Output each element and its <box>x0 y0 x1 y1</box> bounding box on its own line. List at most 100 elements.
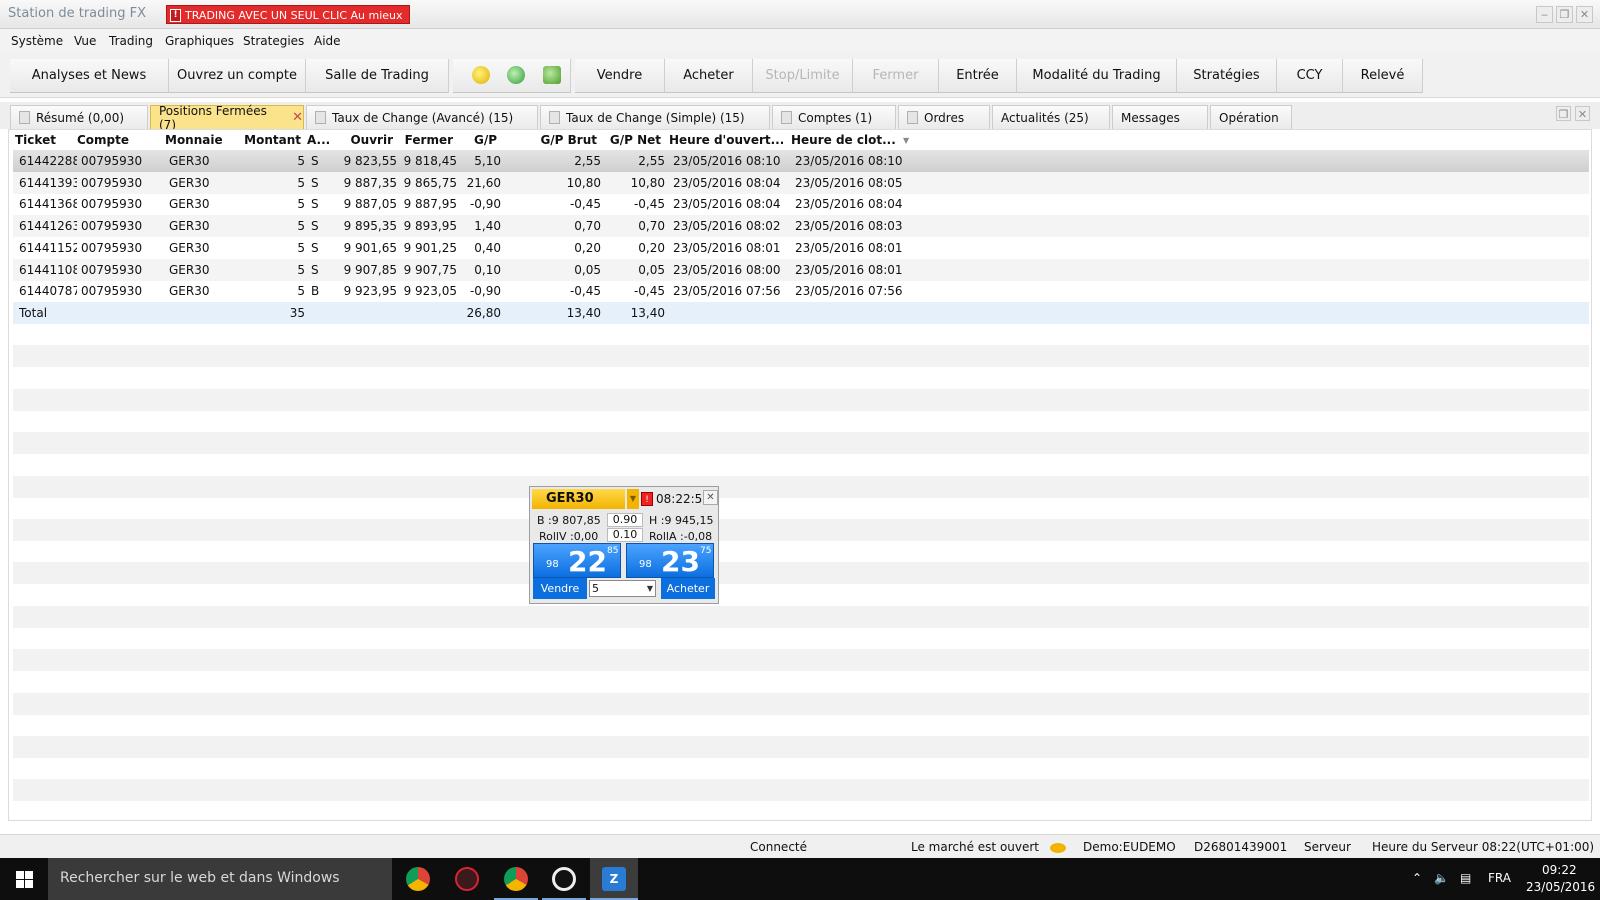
ccy-button[interactable]: CCY <box>1277 59 1343 93</box>
speaker-icon[interactable]: 🔈 <box>1434 871 1449 885</box>
column-header[interactable]: Compte <box>77 133 157 147</box>
column-header[interactable]: Heure de clot... <box>791 133 901 147</box>
tab-operation[interactable]: Opération <box>1210 105 1292 129</box>
total-gp-net: 13,40 <box>630 305 665 320</box>
tab-ordres[interactable]: Ordres <box>898 105 990 129</box>
empty-row <box>13 432 1589 455</box>
notification-icon[interactable]: ▤ <box>1460 871 1471 885</box>
sell-price-button[interactable]: 98 22 85 <box>533 543 621 578</box>
total-label: Total <box>19 305 48 320</box>
column-header[interactable]: Heure d'ouvert... <box>669 133 783 147</box>
table-cell: 9 865,75 <box>403 175 457 190</box>
table-row[interactable]: 61441152 00795930 GER30 5 S 9 901,65 9 901,25 0… <box>13 237 1589 259</box>
tab-comptes[interactable]: Comptes (1) <box>772 105 896 129</box>
table-row[interactable]: 61441108 00795930 GER30 5 S 9 907,85 9 907,75 0… <box>13 258 1589 281</box>
buy-price-button[interactable]: 98 23 75 <box>626 543 714 578</box>
column-header[interactable]: Ticket <box>15 133 73 147</box>
taskbar-search-input[interactable]: Rechercher sur le web et dans Windows <box>48 858 392 900</box>
column-header[interactable]: G/P Net <box>601 133 661 147</box>
menu-vue[interactable]: Vue <box>74 34 96 48</box>
refresh-globe-icon[interactable] <box>507 66 525 84</box>
sort-desc-icon[interactable]: ▼ <box>903 136 909 145</box>
table-cell: 00795930 <box>81 284 143 299</box>
trading-station-icon[interactable]: Z <box>602 867 626 891</box>
table-row[interactable]: 61440787 00795930 GER30 5 B 9 923,95 9 923,05-… <box>13 280 1589 302</box>
acheter-button[interactable]: Acheter <box>665 59 753 93</box>
column-header[interactable]: G/P <box>457 133 497 147</box>
analyses-news-button[interactable]: Analyses et News <box>10 59 169 93</box>
close-tab-icon[interactable]: ✕ <box>292 110 303 125</box>
alert-icon[interactable]: ! <box>641 492 653 506</box>
quote-high: H :9 945,15 <box>649 514 714 527</box>
language-indicator[interactable]: FRA <box>1488 871 1511 885</box>
clock-time[interactable]: 09:22 <box>1542 863 1577 877</box>
chevron-up-icon[interactable]: ⌃ <box>1412 871 1422 885</box>
table-row[interactable]: 61441368 00795930 GER30 5 S 9 887,05 9 887,95-… <box>13 193 1589 215</box>
quote-sell-button[interactable]: Vendre <box>533 578 587 599</box>
table-cell: 9 901,65 <box>343 240 397 255</box>
quote-buy-button[interactable]: Acheter <box>661 578 715 599</box>
fermer-button[interactable]: Fermer <box>853 59 939 93</box>
tab-resume[interactable]: Résumé (0,00) <box>10 105 148 129</box>
chrome-icon[interactable] <box>504 867 528 891</box>
market-status: Le marché est ouvert <box>911 840 1040 854</box>
empty-row <box>13 692 1589 715</box>
app-icon[interactable] <box>455 867 479 891</box>
one-click-trading-button[interactable]: ! TRADING AVEC UN SEUL CLIC Au mieux <box>166 5 410 24</box>
menu-strategies[interactable]: Strategies <box>243 34 304 48</box>
quote-symbol[interactable]: GER30 <box>532 489 625 509</box>
chevron-down-icon[interactable]: ▼ <box>627 489 639 509</box>
amount-select[interactable]: 5 ▼ <box>589 580 656 597</box>
entree-button[interactable]: Entrée <box>939 59 1017 93</box>
column-header[interactable]: Fermer <box>397 133 453 147</box>
table-cell: 9 893,95 <box>403 219 457 234</box>
menu-aide[interactable]: Aide <box>314 34 341 48</box>
table-cell: 10,80 <box>566 175 601 190</box>
puzzle-icon[interactable] <box>543 66 561 84</box>
column-header[interactable]: A... <box>307 133 337 147</box>
restore-panel-icon[interactable]: ❐ <box>1556 106 1571 121</box>
table-row[interactable]: 61441393 00795930 GER30 5 S 9 887,35 9 865,75 2… <box>13 171 1589 194</box>
column-header[interactable]: Ouvrir <box>337 133 393 147</box>
column-header[interactable]: G/P Brut <box>529 133 597 147</box>
close-panel-icon[interactable]: ✕ <box>1575 106 1590 121</box>
column-header[interactable]: Montant <box>235 133 301 147</box>
column-header[interactable]: Monnaie <box>165 133 235 147</box>
table-cell: 9 923,95 <box>343 284 397 299</box>
media-icon[interactable] <box>552 867 576 891</box>
modalite-trading-button[interactable]: Modalité du Trading <box>1017 59 1177 93</box>
clock-date[interactable]: 23/05/2016 <box>1526 880 1595 894</box>
table-cell: 23/05/2016 08:04 <box>673 175 781 190</box>
table-cell: GER30 <box>169 240 210 255</box>
tab-actualites[interactable]: Actualités (25) <box>992 105 1110 129</box>
app-title: Station de trading FX <box>8 6 147 21</box>
table-row[interactable]: 61441263 00795930 GER30 5 S 9 895,35 9 893,95 1… <box>13 215 1589 238</box>
tab-taux-avance[interactable]: Taux de Change (Avancé) (15) <box>306 105 538 129</box>
tab-taux-simple[interactable]: Taux de Change (Simple) (15) <box>540 105 770 129</box>
stop-limite-button[interactable]: Stop/Limite <box>753 59 853 93</box>
minimize-icon[interactable]: ‒ <box>1536 6 1553 23</box>
ouvrez-compte-button[interactable]: Ouvrez un compte <box>169 59 306 93</box>
strategies-button[interactable]: Stratégies <box>1177 59 1277 93</box>
menu-systeme[interactable]: Système <box>11 34 63 48</box>
quote-roll-buy: RollA :-0,08 <box>649 530 713 543</box>
quote-time: 08:22:57 <box>656 492 710 506</box>
lightbulb-icon[interactable] <box>472 66 490 84</box>
tab-positions-fermees[interactable]: Positions Fermées (7) ✕ <box>150 104 304 132</box>
table-cell: 0,05 <box>638 262 665 277</box>
table-cell: 5 <box>297 197 305 212</box>
close-icon[interactable]: ✕ <box>703 490 718 505</box>
table-row[interactable]: 61442288 00795930 GER30 5 S 9 823,55 9 818,45 5… <box>13 150 1589 172</box>
salle-trading-button[interactable]: Salle de Trading <box>306 59 449 93</box>
releve-button[interactable]: Relevé <box>1343 59 1423 93</box>
chrome-icon[interactable] <box>406 867 430 891</box>
table-cell: S <box>311 197 319 212</box>
menu-graphiques[interactable]: Graphiques <box>165 34 234 48</box>
close-icon[interactable]: ✕ <box>1576 6 1593 23</box>
restore-icon[interactable]: ❐ <box>1556 6 1573 23</box>
windows-start-icon[interactable] <box>16 871 33 888</box>
menu-trading[interactable]: Trading <box>109 34 153 48</box>
vendre-button[interactable]: Vendre <box>575 59 665 93</box>
market-flag-icon <box>1050 843 1066 853</box>
tab-messages[interactable]: Messages <box>1112 105 1208 129</box>
